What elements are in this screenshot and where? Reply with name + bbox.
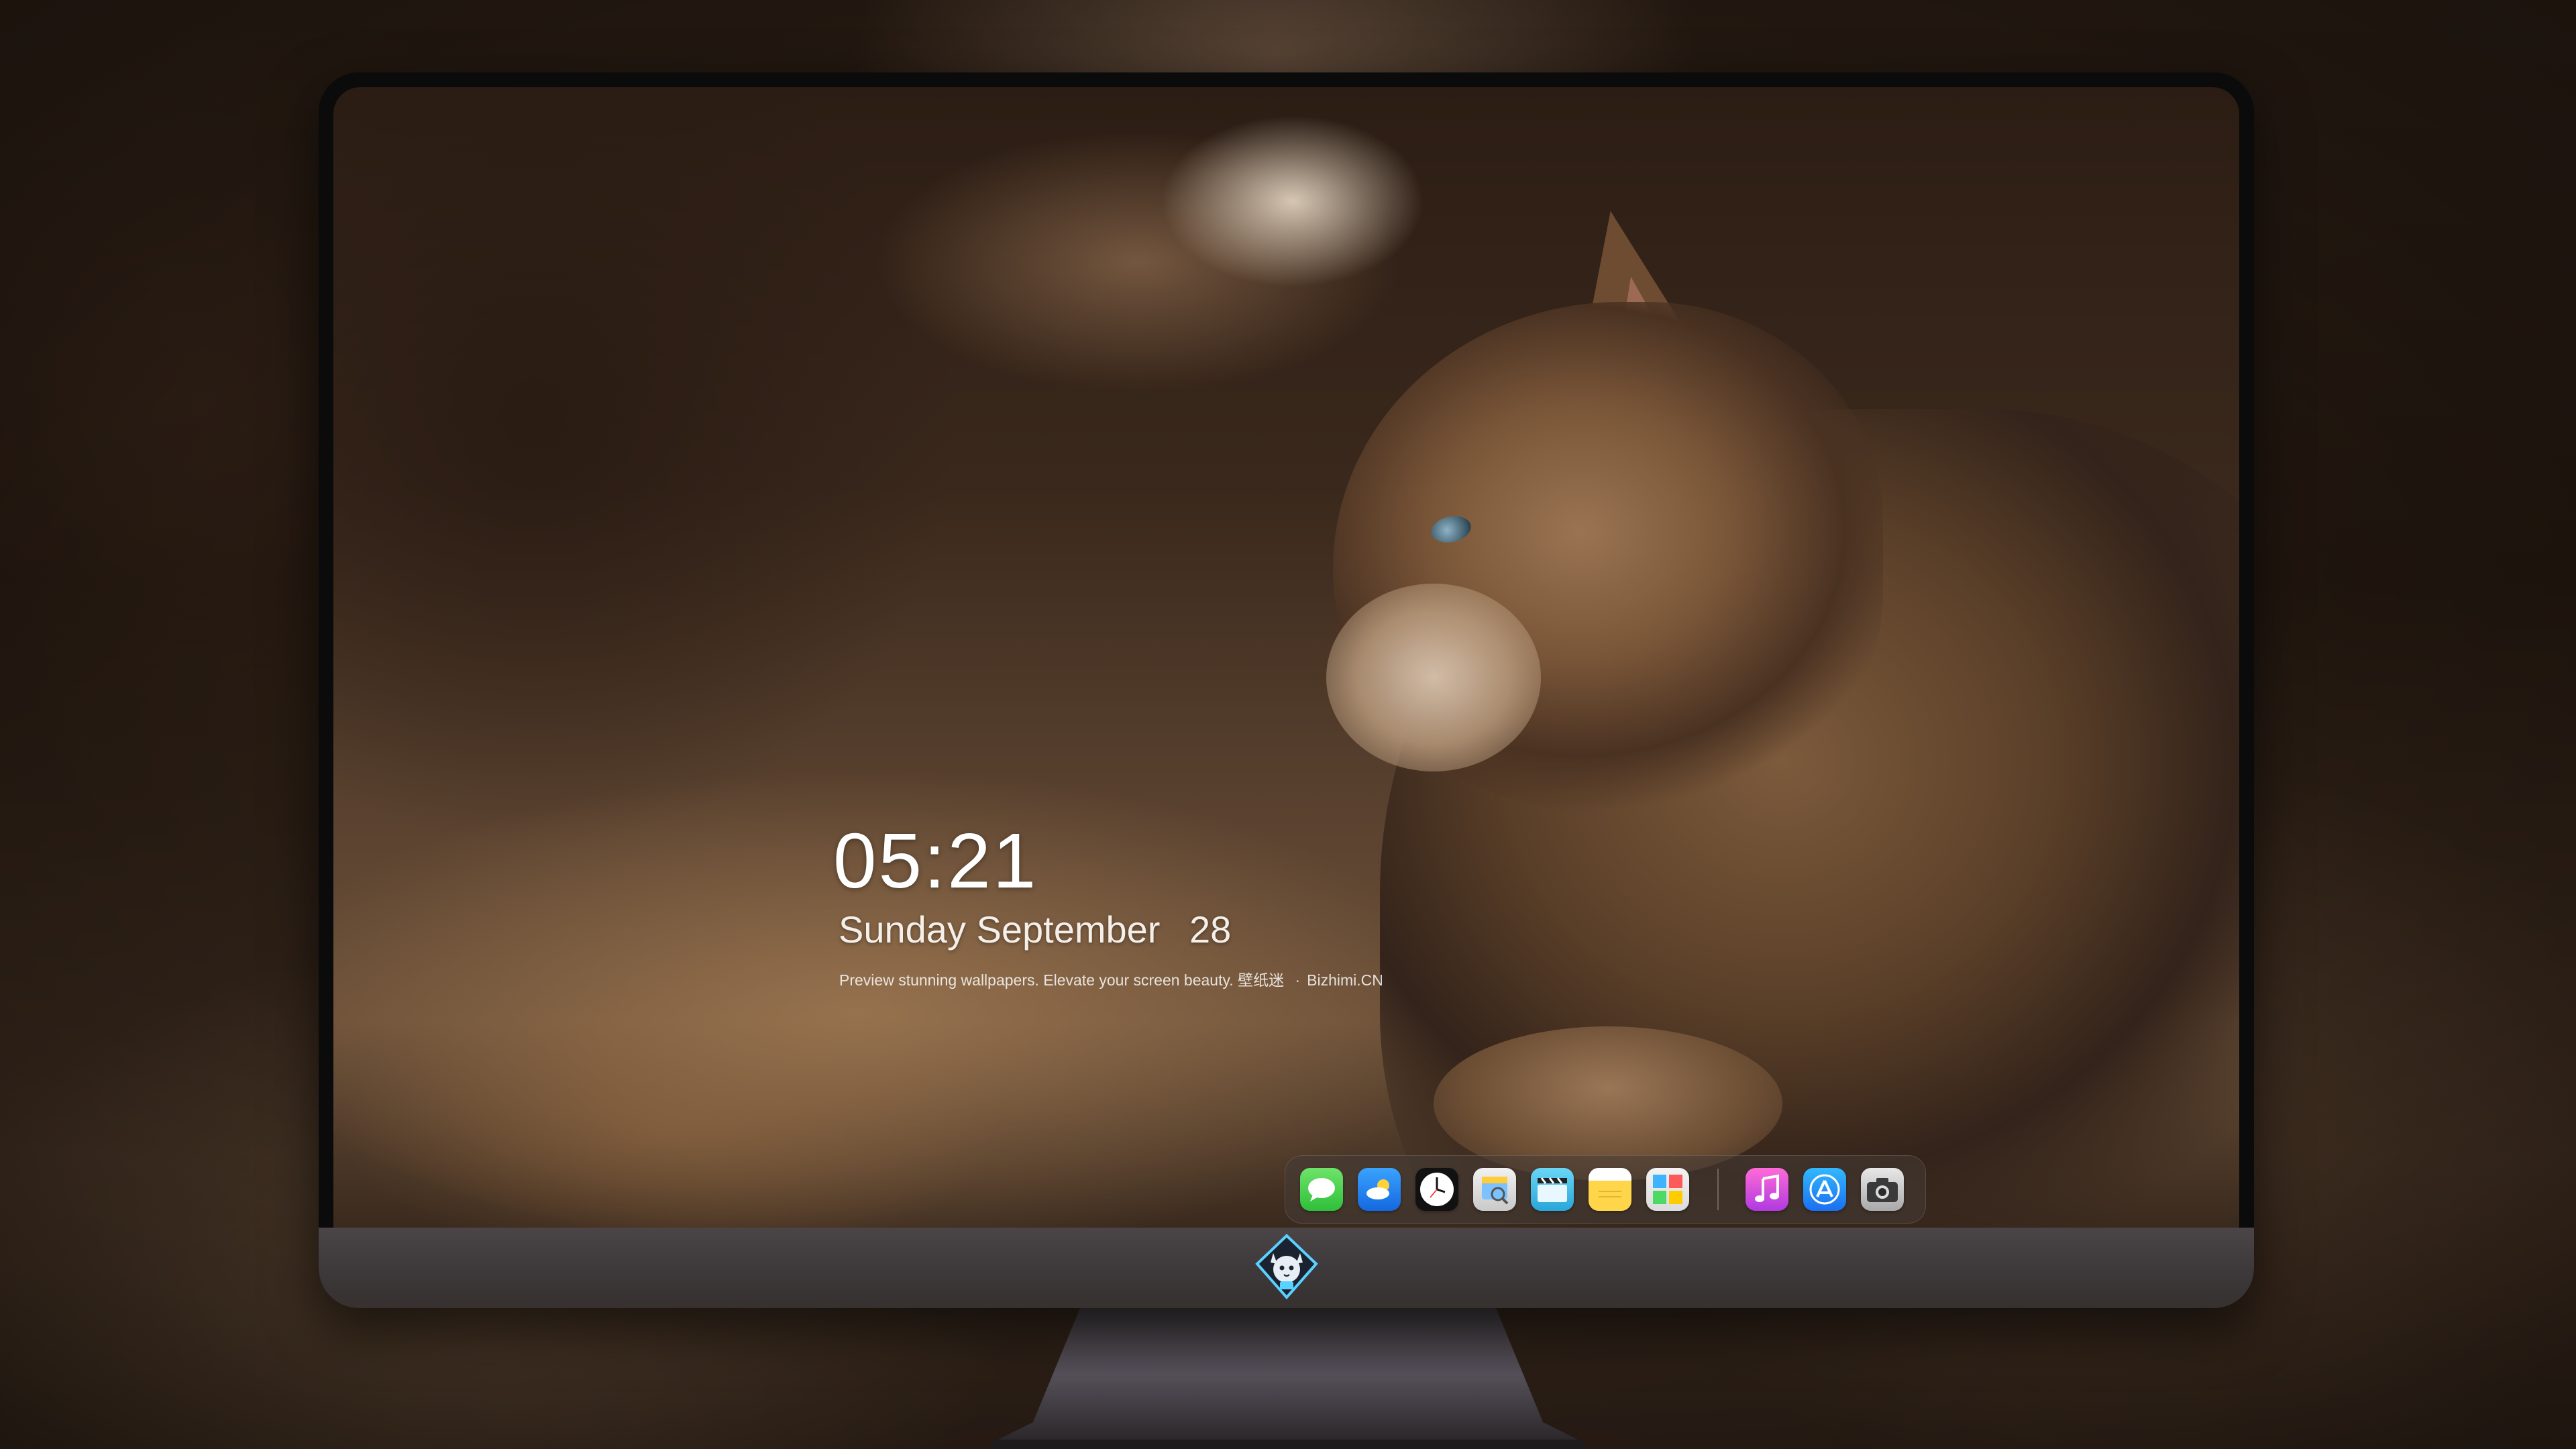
- photos-icon[interactable]: [1646, 1168, 1689, 1211]
- notes-icon[interactable]: [1589, 1168, 1631, 1211]
- preview-icon[interactable]: [1473, 1168, 1516, 1211]
- dock-separator: [1717, 1169, 1719, 1210]
- clock-icon[interactable]: [1415, 1168, 1458, 1211]
- dock: [1285, 1155, 1926, 1224]
- day-number: 28: [1189, 908, 1232, 951]
- monitor-stand: [993, 1308, 1583, 1449]
- clapperboard-icon[interactable]: [1531, 1168, 1574, 1211]
- weather-icon[interactable]: [1358, 1168, 1401, 1211]
- wallpaper-cat: [333, 87, 2239, 1228]
- brand-cn: 壁纸迷: [1238, 971, 1285, 989]
- lock-date: Sunday September 28: [839, 911, 1231, 949]
- brand-separator: ·: [1295, 971, 1301, 989]
- messages-icon[interactable]: [1300, 1168, 1343, 1211]
- cat-mascot-logo: [1255, 1234, 1318, 1300]
- camera-icon[interactable]: [1861, 1168, 1904, 1211]
- desktop-scene: 05:21 Sunday September 28 Preview stunni…: [0, 0, 2576, 1449]
- tagline-text: Preview stunning wallpapers. Elevate you…: [839, 971, 1234, 989]
- music-icon[interactable]: [1746, 1168, 1788, 1211]
- lock-clock: 05:21: [833, 817, 1038, 904]
- month: September: [976, 908, 1161, 951]
- weekday: Sunday: [839, 908, 966, 951]
- appstore-icon[interactable]: [1803, 1168, 1846, 1211]
- lock-screen: 05:21 Sunday September 28 Preview stunni…: [333, 87, 2239, 1228]
- brand-site: Bizhimi.CN: [1307, 971, 1383, 989]
- monitor: 05:21 Sunday September 28 Preview stunni…: [319, 72, 2254, 1308]
- wallpaper-tagline: Preview stunning wallpapers. Elevate you…: [839, 973, 1383, 988]
